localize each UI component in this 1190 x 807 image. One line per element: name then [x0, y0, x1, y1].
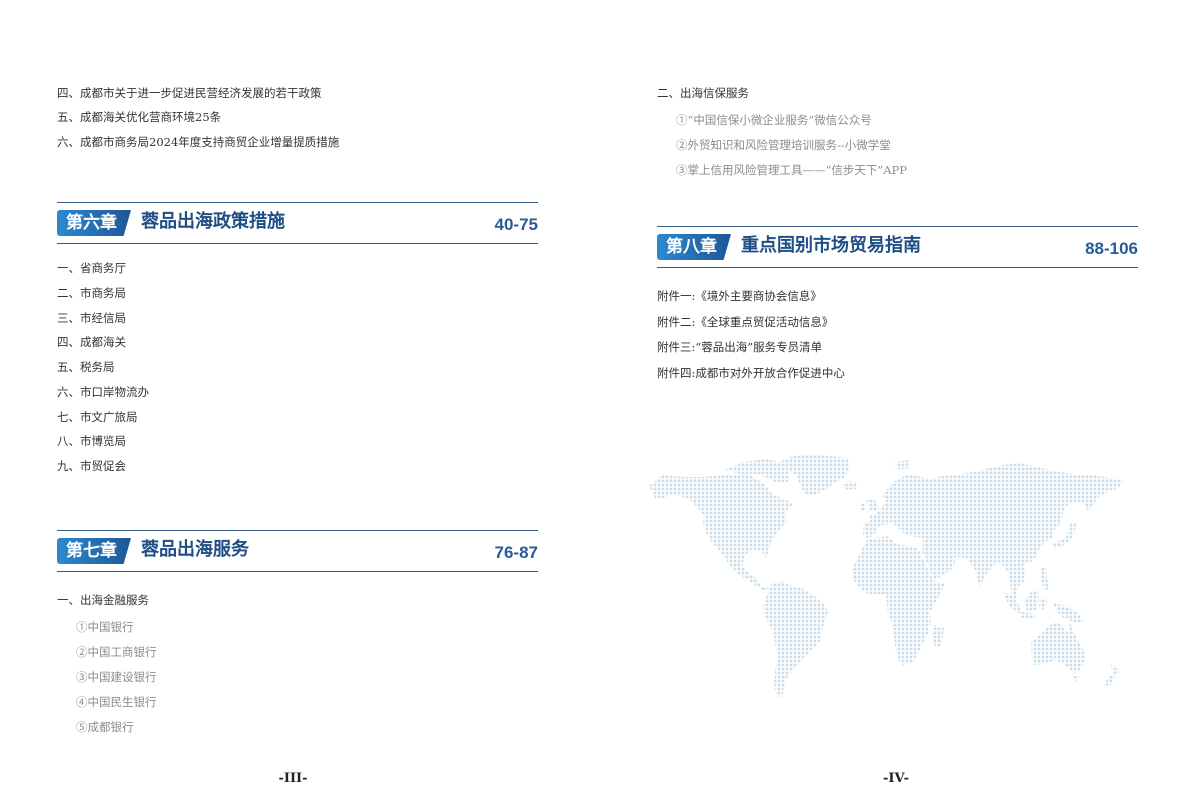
toc-item: 四、成都市关于进一步促进民营经济发展的若干政策	[57, 86, 322, 100]
south-america-landmass	[763, 581, 828, 698]
iceland-landmass	[843, 481, 858, 490]
ireland-landmass	[860, 503, 866, 511]
philippines-landmass	[1040, 568, 1050, 591]
toc-subitem: ③掌上信用风险管理工具——“信步天下”APP	[676, 163, 908, 177]
toc-subitem: ①中国银行	[76, 620, 134, 634]
appendix-item: 附件二:《全球重点贸促活动信息》	[657, 315, 834, 329]
toc-subitem: ②中国工商银行	[76, 645, 157, 659]
toc-item: 六、市口岸物流办	[57, 385, 149, 399]
chapter-6-badge: 第六章	[57, 210, 131, 236]
chapter-6-header: 第六章 蓉品出海政策措施 40-75	[57, 202, 538, 244]
australia-landmass	[1031, 622, 1085, 673]
toc-item: 五、税务局	[57, 360, 115, 374]
sulawesi-landmass	[1039, 599, 1047, 610]
toc-item: 七、市文广旅局	[57, 410, 138, 424]
dotted-world-map-icon	[649, 455, 1123, 698]
appendix-item: 附件三:“蓉品出海”服务专员清单	[657, 340, 823, 354]
toc-item: 六、成都市商务局2024年度支持商贸企业增量提质措施	[57, 135, 340, 149]
toc-item: 五、成都海关优化营商环境25条	[57, 110, 222, 124]
greenland-landmass	[779, 455, 850, 496]
new-guinea-landmass	[1053, 603, 1083, 622]
toc-item: 九、市贸促会	[57, 459, 126, 473]
chapter-6-title: 蓉品出海政策措施	[141, 211, 285, 232]
toc-subitem: ③中国建设银行	[76, 670, 157, 684]
toc-subitem: ②外贸知识和风险管理培训服务--小微学堂	[676, 138, 891, 152]
toc-item: 八、市博览局	[57, 434, 126, 448]
tasmania-landmass	[1072, 676, 1079, 682]
appendix-item: 附件一:《境外主要商协会信息》	[657, 289, 822, 303]
chapter-7-badge: 第七章	[57, 538, 131, 564]
britain-landmass	[866, 498, 879, 513]
chapter-7-title: 蓉品出海服务	[141, 539, 249, 560]
toc-section: 二、出海信保服务	[657, 86, 749, 100]
toc-item: 三、市经信局	[57, 311, 126, 325]
java-landmass	[1020, 612, 1035, 619]
svalbard-landmass	[894, 460, 910, 470]
borneo-landmass	[1024, 591, 1039, 611]
chapter-8-badge: 第八章	[657, 234, 731, 260]
appendix-item: 附件四:成都市对外开放合作促进中心	[657, 366, 845, 380]
toc-item: 二、市商务局	[57, 286, 126, 300]
madagascar-landmass	[933, 625, 944, 649]
new-zealand-north-landmass	[1110, 665, 1120, 675]
chapter-8-header: 第八章 重点国别市场贸易指南 88-106	[657, 226, 1138, 268]
page-number-left: -III-	[278, 771, 308, 786]
chapter-6-page-range: 40-75	[494, 215, 538, 234]
toc-section: 一、出海金融服务	[57, 593, 149, 607]
toc-subitem: ④中国民生银行	[76, 695, 157, 709]
toc-subitem: ⑤成都银行	[76, 720, 134, 734]
toc-item: 四、成都海关	[57, 335, 126, 349]
toc-subitem: ①“中国信保小微企业服务”微信公众号	[676, 113, 872, 127]
toc-item: 一、省商务厅	[57, 261, 126, 275]
page-number-right: -IV-	[882, 771, 910, 786]
new-zealand-south-landmass	[1104, 676, 1115, 686]
chapter-7-header: 第七章 蓉品出海服务 76-87	[57, 530, 538, 572]
chapter-7-page-range: 76-87	[494, 543, 538, 562]
chapter-8-title: 重点国别市场贸易指南	[741, 235, 921, 256]
chapter-8-page-range: 88-106	[1085, 239, 1138, 258]
north-america-landmass	[649, 473, 793, 591]
